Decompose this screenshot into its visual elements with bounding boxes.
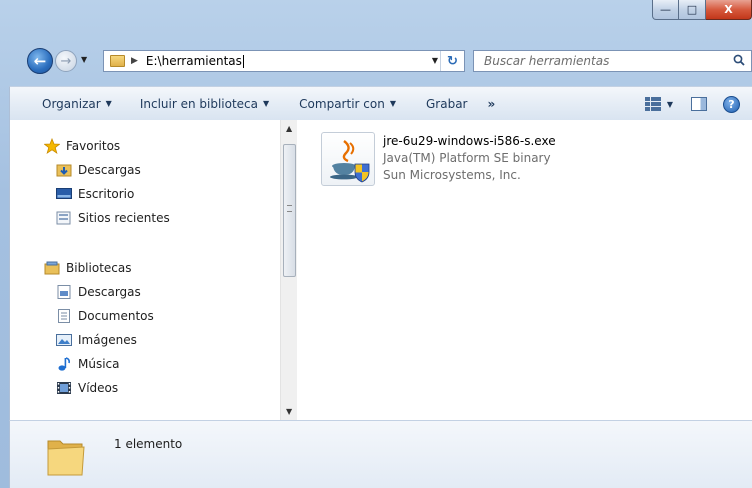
folder-icon: [47, 440, 85, 476]
address-bar[interactable]: ▶ E:\herramientas ▼ ↻: [103, 50, 465, 72]
title-bar[interactable]: — □ X: [0, 0, 752, 38]
search-input[interactable]: [484, 54, 729, 68]
file-description: Java(TM) Platform SE binary: [383, 151, 551, 165]
sidebar-item-videos[interactable]: Vídeos: [56, 378, 118, 398]
search-box[interactable]: [473, 50, 752, 72]
search-icon[interactable]: [733, 54, 745, 66]
views-icon: [644, 97, 661, 111]
downloads-icon: [56, 162, 72, 178]
music-icon: [56, 356, 72, 372]
breadcrumb-separator-icon[interactable]: ▶: [131, 56, 138, 66]
sidebar-item-musica[interactable]: Música: [56, 354, 120, 374]
file-list: jre-6u29-windows-i586-s.exe Java(TM) Pla…: [297, 120, 752, 420]
toolbar-right: ▼ ?: [644, 87, 752, 121]
maximize-button[interactable]: □: [679, 0, 706, 20]
explorer-window: — □ X ← → ▼ ▶ E:\herramientas ▼ ↻ Organi…: [0, 0, 752, 488]
file-item[interactable]: jre-6u29-windows-i586-s.exe Java(TM) Pla…: [321, 130, 621, 190]
pictures-icon: [56, 332, 72, 348]
videos-icon: [56, 380, 72, 396]
address-dropdown-icon[interactable]: ▼: [432, 56, 438, 65]
scroll-up-icon[interactable]: ▲: [286, 124, 292, 133]
command-bar: Organizar ▼ Incluir en biblioteca ▼ Compar…: [9, 86, 752, 120]
organize-menu[interactable]: Organizar ▼: [34, 87, 120, 121]
file-company: Sun Microsystems, Inc.: [383, 168, 521, 182]
share-with-menu[interactable]: Compartir con ▼: [291, 87, 404, 121]
downloads-library-icon: [56, 284, 72, 300]
scroll-down-icon[interactable]: ▼: [286, 407, 292, 416]
sidebar-item-documentos[interactable]: Documentos: [56, 306, 154, 326]
details-pane: 1 elemento: [9, 420, 752, 488]
libraries-icon: [44, 260, 60, 276]
forward-button[interactable]: →: [55, 50, 77, 72]
sidebar-item-descargas-library[interactable]: Descargas: [56, 282, 141, 302]
star-icon: [44, 138, 60, 154]
folder-icon: [110, 55, 125, 67]
sidebar-item-sitios-recientes[interactable]: Sitios recientes: [56, 208, 170, 228]
scrollbar-thumb[interactable]: [283, 144, 296, 277]
address-input[interactable]: E:\herramientas: [146, 54, 244, 68]
burn-button[interactable]: Grabar: [418, 87, 476, 121]
file-name: jre-6u29-windows-i586-s.exe: [383, 134, 556, 148]
back-button[interactable]: ←: [27, 48, 53, 74]
sidebar-item-imagenes[interactable]: Imágenes: [56, 330, 137, 350]
java-installer-icon: [321, 132, 375, 186]
grip-icon: [287, 205, 292, 212]
refresh-button[interactable]: ↻: [440, 51, 464, 71]
navigation-pane-scrollbar[interactable]: ▲ ▼: [280, 120, 297, 420]
close-button[interactable]: X: [706, 0, 752, 20]
navigation-pane: Favoritos Descargas Escritorio Sitios re…: [10, 120, 278, 420]
more-commands-button[interactable]: »: [479, 87, 503, 121]
minimize-button[interactable]: —: [652, 0, 679, 20]
sidebar-item-favorites[interactable]: Favoritos: [44, 136, 120, 156]
preview-pane-icon[interactable]: [691, 97, 707, 111]
documents-icon: [56, 308, 72, 324]
item-count: 1 elemento: [114, 437, 183, 451]
include-in-library-menu[interactable]: Incluir en biblioteca ▼: [132, 87, 277, 121]
help-icon[interactable]: ?: [723, 95, 740, 113]
sidebar-item-escritorio[interactable]: Escritorio: [56, 184, 134, 204]
window-controls: — □ X: [652, 0, 752, 22]
sidebar-item-bibliotecas[interactable]: Bibliotecas: [44, 258, 131, 278]
sidebar-item-descargas[interactable]: Descargas: [56, 160, 141, 180]
content-area: Favoritos Descargas Escritorio Sitios re…: [9, 120, 752, 420]
navigation-bar: ← → ▼ ▶ E:\herramientas ▼ ↻: [0, 45, 752, 77]
text-caret: [242, 55, 244, 68]
recent-pages-dropdown[interactable]: ▼: [81, 55, 87, 64]
change-view-button[interactable]: ▼: [644, 97, 673, 111]
recent-places-icon: [56, 210, 72, 226]
desktop-icon: [56, 186, 72, 202]
